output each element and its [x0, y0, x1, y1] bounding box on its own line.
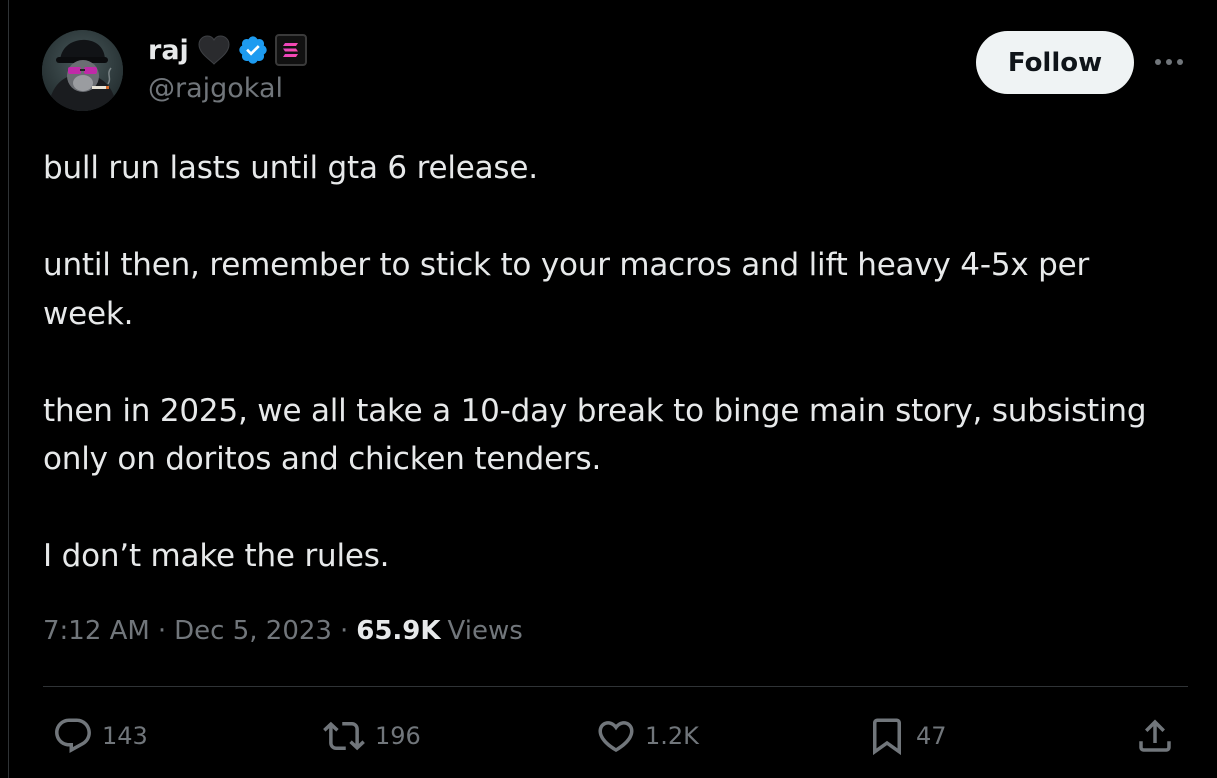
- author-handle[interactable]: @rajgokal: [148, 73, 283, 104]
- share-button[interactable]: [1134, 712, 1176, 760]
- black-heart-icon: [197, 34, 231, 66]
- follow-button[interactable]: Follow: [976, 31, 1134, 94]
- tweet-paragraph: bull run lasts until gta 6 release.: [43, 150, 538, 186]
- meta-separator: ·: [157, 616, 167, 646]
- avatar-image-icon: [42, 30, 123, 111]
- views-count[interactable]: 65.9K: [356, 616, 440, 646]
- heart-icon: [598, 721, 634, 753]
- author-name-row: raj: [148, 32, 307, 68]
- reply-count: 143: [102, 722, 148, 750]
- reply-icon: [55, 718, 91, 753]
- tweet-paragraph: I don’t make the rules.: [43, 538, 390, 574]
- bookmark-count: 47: [916, 722, 947, 750]
- solana-affiliate-icon[interactable]: [274, 34, 307, 66]
- tweet-date[interactable]: Dec 5, 2023: [174, 616, 332, 646]
- like-button[interactable]: 1.2K: [595, 712, 699, 760]
- like-count: 1.2K: [645, 722, 699, 750]
- tweet-time[interactable]: 7:12 AM: [43, 616, 150, 646]
- tweet-paragraph: until then, remember to stick to your ma…: [43, 247, 1090, 332]
- left-border: [0, 0, 9, 778]
- display-name[interactable]: raj: [148, 35, 189, 66]
- tweet-paragraph: then in 2025, we all take a 10-day break…: [43, 392, 1147, 478]
- avatar[interactable]: [42, 30, 123, 111]
- bookmark-icon: [873, 718, 901, 756]
- more-options-button[interactable]: [1152, 48, 1186, 76]
- repost-icon: [323, 721, 365, 751]
- repost-count: 196: [375, 722, 421, 750]
- tweet-text: bull run lasts until gta 6 release. unti…: [43, 144, 1188, 581]
- bookmark-button[interactable]: 47: [866, 712, 947, 760]
- meta-separator: ·: [339, 616, 349, 646]
- tweet-meta: 7:12 AM · Dec 5, 2023 · 65.9K Views: [43, 616, 523, 646]
- reply-button[interactable]: 143: [52, 712, 148, 760]
- views-label: Views: [447, 616, 523, 646]
- more-dots-icon: [1155, 59, 1183, 65]
- share-icon: [1139, 719, 1171, 752]
- repost-button[interactable]: 196: [321, 712, 421, 760]
- verified-badge-icon[interactable]: [237, 34, 269, 66]
- divider: [43, 686, 1188, 687]
